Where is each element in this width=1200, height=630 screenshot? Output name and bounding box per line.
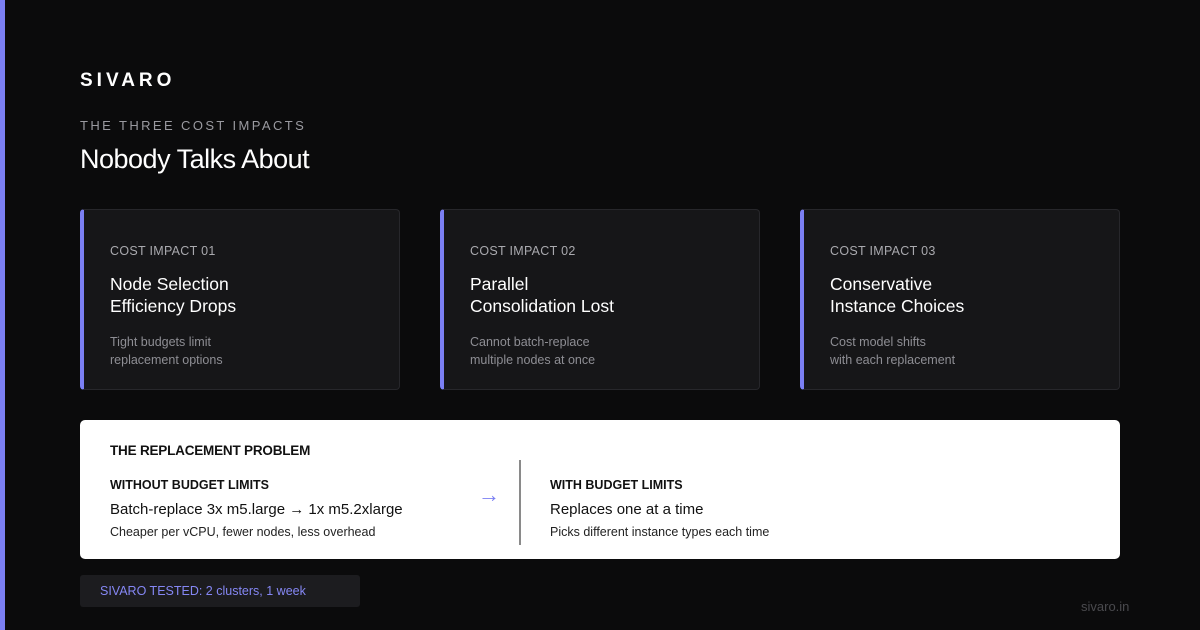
tested-badge: SIVARO TESTED: 2 clusters, 1 week [80,575,360,607]
arrow-right-icon: → [478,482,500,507]
card-description: Cost model shifts with each replacement [830,333,955,369]
with-limits-main: Replaces one at a time [550,501,704,518]
accent-bar [0,0,5,630]
card-title: Parallel Consolidation Lost [470,273,740,317]
card-title: Conservative Instance Choices [830,273,1100,317]
section-eyebrow: THE THREE COST IMPACTS [80,118,307,133]
card-desc-line: multiple nodes at once [470,353,596,367]
cost-impact-card-2: COST IMPACT 02 Parallel Consolidation Lo… [440,209,760,390]
tested-badge-label: SIVARO TESTED: 2 clusters, 1 week [100,584,306,598]
site-domain: sivaro.in [1081,599,1130,614]
with-limits-label: WITH BUDGET LIMITS [550,478,683,492]
card-eyebrow: COST IMPACT 02 [470,244,576,258]
headline: Nobody Talks About [80,144,310,174]
cost-impact-card-1: COST IMPACT 01 Node Selection Efficiency… [80,209,400,390]
card-description: Cannot batch-replace multiple nodes at o… [470,333,595,369]
card-title-line: Node Selection [110,274,229,294]
card-eyebrow: COST IMPACT 01 [110,244,216,258]
cost-impact-card-3: COST IMPACT 03 Conservative Instance Cho… [800,209,1120,390]
card-desc-line: Cost model shifts [830,335,926,349]
card-description: Tight budgets limit replacement options [110,333,223,369]
card-title-line: Consolidation Lost [470,296,614,316]
panel-title: THE REPLACEMENT PROBLEM [110,443,311,458]
panel-divider [519,460,521,545]
card-desc-line: Tight budgets limit [110,335,211,349]
card-title-line: Efficiency Drops [110,296,237,316]
card-desc-line: replacement options [110,353,223,367]
card-title-line: Conservative [830,274,933,294]
card-title-line: Instance Choices [830,296,965,316]
card-title: Node Selection Efficiency Drops [110,273,380,317]
without-limits-label: WITHOUT BUDGET LIMITS [110,478,270,492]
with-limits-sub: Picks different instance types each time [550,525,770,539]
card-eyebrow: COST IMPACT 03 [830,244,936,258]
card-desc-line: with each replacement [830,353,956,367]
brand-logo: SIVARO [80,70,176,91]
replacement-problem-panel: THE REPLACEMENT PROBLEM WITHOUT BUDGET L… [80,420,1120,559]
card-title-line: Parallel [470,274,529,294]
without-limits-main: Batch-replace 3x m5.large → 1x m5.2xlarg… [110,501,403,518]
without-limits-sub: Cheaper per vCPU, fewer nodes, less over… [110,525,376,539]
card-desc-line: Cannot batch-replace [470,335,590,349]
